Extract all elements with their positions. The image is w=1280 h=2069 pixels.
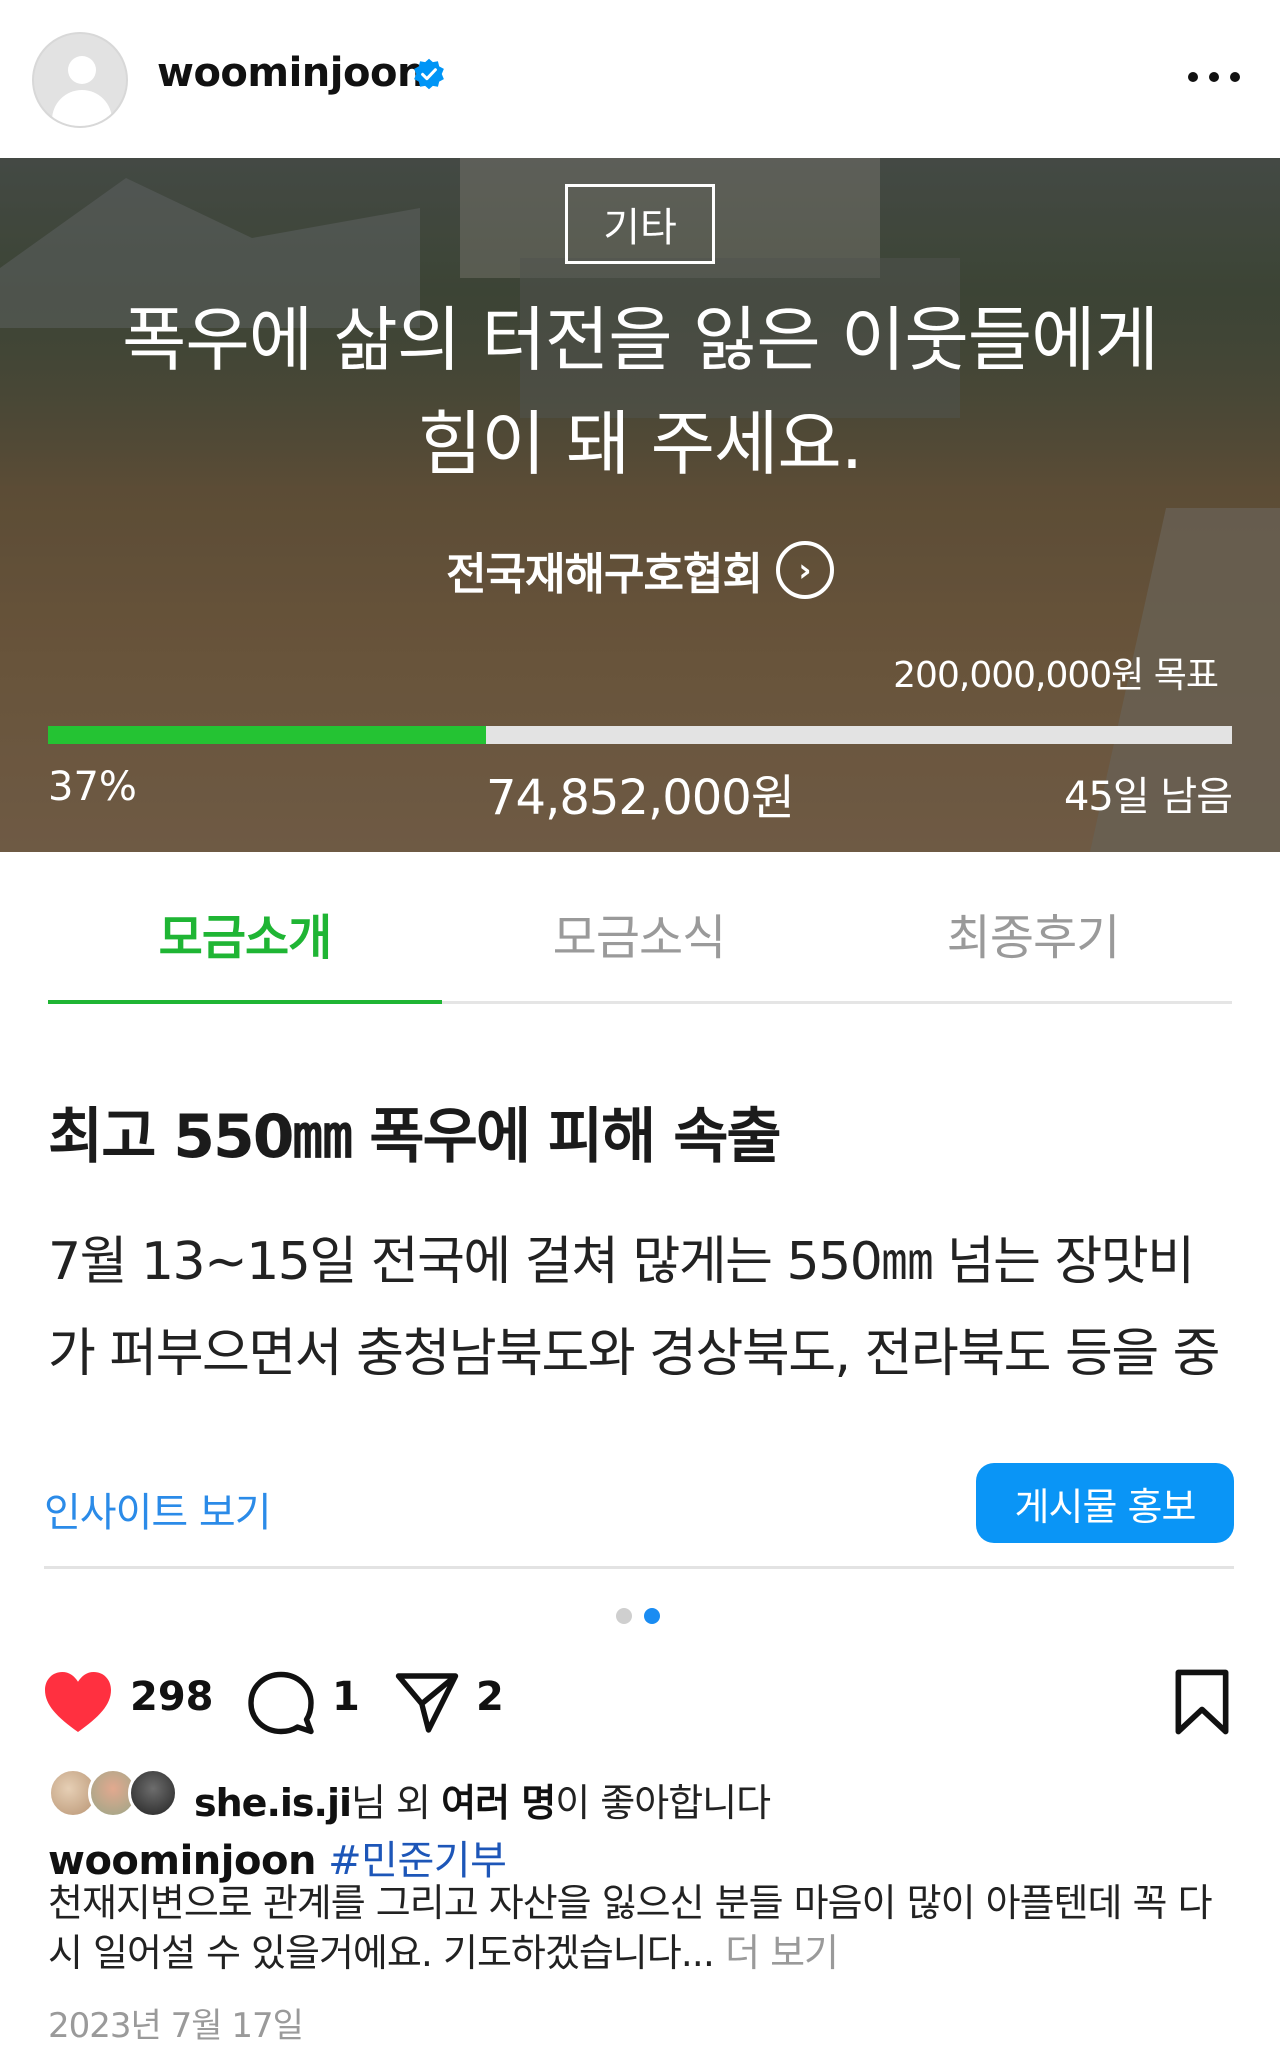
caption-text: 천재지변으로 관계를 그리고 자산을 잃으신 분들 마음이 많이 아플텐데 꼭 … xyxy=(48,1878,1238,1978)
tab-fundraiser-news[interactable]: 모금소식 xyxy=(442,852,836,1001)
profile-avatar[interactable] xyxy=(32,32,128,128)
post-author-username[interactable]: woominjoon xyxy=(157,50,425,96)
organization-link[interactable]: 전국재해구호협회 › xyxy=(0,538,1280,602)
caption-more-link[interactable]: 더 보기 xyxy=(725,1931,839,1975)
fundraiser-hero-image: 기타 폭우에 삶의 터전을 잃은 이웃들에게 힘이 돼 주세요. 전국재해구호협… xyxy=(0,158,1280,852)
bookmark-icon[interactable] xyxy=(1172,1668,1232,1736)
liker-username[interactable]: she.is.ji xyxy=(194,1781,352,1825)
fundraiser-progress-fill xyxy=(48,726,487,744)
carousel-dot xyxy=(616,1608,632,1624)
share-send-icon[interactable] xyxy=(392,1670,462,1736)
article-body: 7월 13~15일 전국에 걸쳐 많게는 550㎜ 넘는 장맛비가 퍼부으면서 … xyxy=(48,1232,1221,1384)
liker-avatar xyxy=(128,1768,178,1818)
verified-badge-icon xyxy=(414,58,444,90)
heart-filled-icon[interactable] xyxy=(42,1668,114,1736)
tab-fundraiser-intro[interactable]: 모금소개 xyxy=(48,852,442,1004)
carousel-dot-active xyxy=(644,1608,660,1624)
liked-by-suffix: 이 좋아합니다 xyxy=(555,1781,771,1825)
divider xyxy=(44,1566,1234,1569)
fundraiser-days-left: 45일 남음 xyxy=(1063,774,1233,820)
fundraiser-title: 폭우에 삶의 터전을 잃은 이웃들에게 힘이 돼 주세요. xyxy=(121,299,1159,485)
share-count[interactable]: 2 xyxy=(476,1674,504,1720)
fundraiser-category-label: 기타 xyxy=(565,184,715,264)
caption-body: 천재지변으로 관계를 그리고 자산을 잃으신 분들 마음이 많이 아플텐데 꼭 … xyxy=(48,1881,1213,1975)
promote-post-button[interactable]: 게시물 홍보 xyxy=(976,1463,1234,1543)
fundraiser-goal: 200,000,000원 목표 xyxy=(893,655,1219,696)
comment-count[interactable]: 1 xyxy=(332,1674,360,1720)
article-heading: 최고 550㎜ 폭우에 피해 속출 xyxy=(48,1102,782,1172)
avatar-placeholder-head xyxy=(68,56,96,84)
post-header: woominjoon xyxy=(0,0,1280,158)
post-action-bar: 298 1 2 xyxy=(40,1662,1240,1742)
fundraiser-progress-bar xyxy=(48,726,1232,744)
fundraiser-card[interactable]: 기타 폭우에 삶의 터전을 잃은 이웃들에게 힘이 돼 주세요. 전국재해구호협… xyxy=(0,158,1280,1558)
liked-by-text: she.is.ji님 외 여러 명이 좋아합니다 xyxy=(194,1772,771,1827)
comment-icon[interactable] xyxy=(248,1670,314,1736)
liked-by-connector: 님 외 xyxy=(351,1781,442,1825)
organization-name: 전국재해구호협회 xyxy=(446,549,763,600)
more-dot xyxy=(1209,72,1219,82)
post-date: 2023년 7월 17일 xyxy=(48,2006,304,2046)
like-count[interactable]: 298 xyxy=(130,1674,214,1720)
more-options-icon[interactable] xyxy=(1188,62,1240,92)
liked-by-others[interactable]: 여러 명 xyxy=(441,1781,556,1825)
avatar-placeholder-body xyxy=(52,90,112,126)
more-dot xyxy=(1230,72,1240,82)
fundraiser-tabs: 모금소개 모금소식 최종후기 xyxy=(48,852,1232,1004)
liked-by-row[interactable]: she.is.ji님 외 여러 명이 좋아합니다 xyxy=(48,1768,1238,1827)
chevron-right-circle-icon: › xyxy=(775,541,834,599)
view-insights-link[interactable]: 인사이트 보기 xyxy=(44,1480,272,1538)
tab-final-review[interactable]: 최종후기 xyxy=(836,852,1230,1001)
more-dot xyxy=(1188,72,1198,82)
carousel-indicator xyxy=(616,1608,660,1624)
